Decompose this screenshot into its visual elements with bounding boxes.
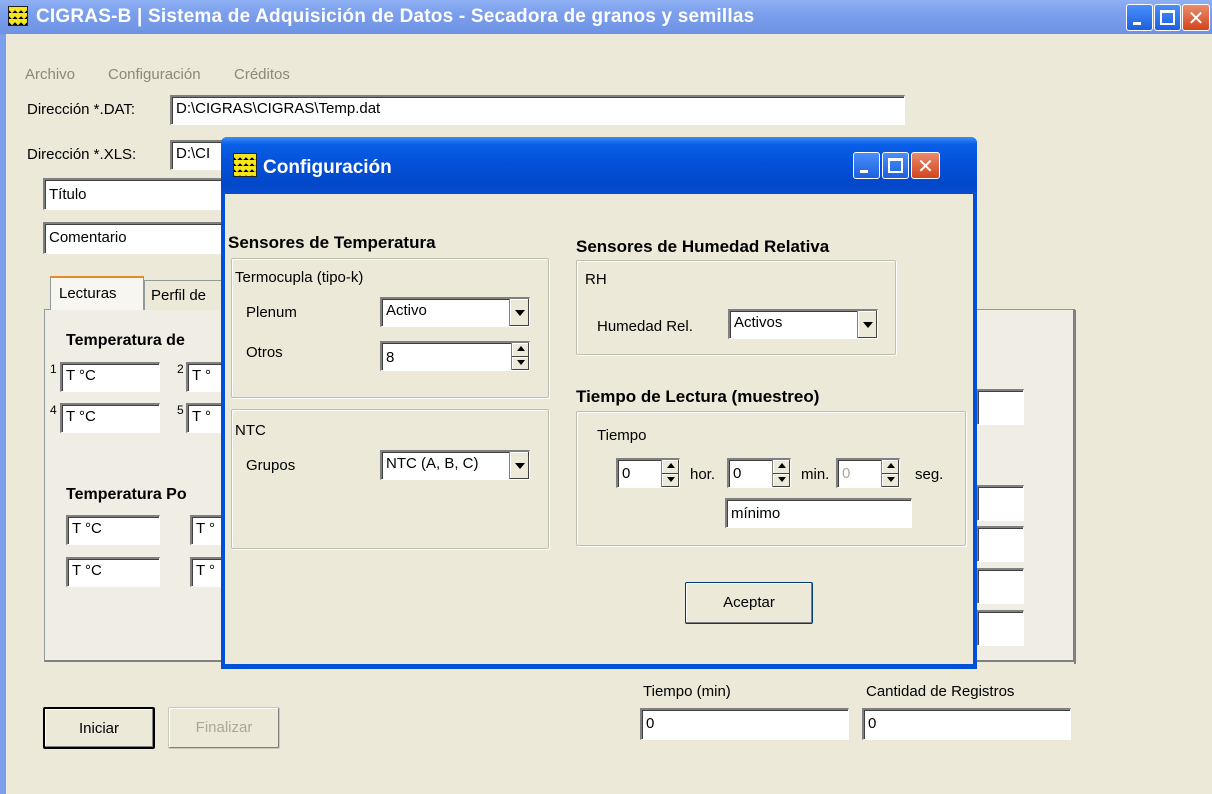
sensor-num-1: 1 (50, 362, 57, 376)
humedad-label: Humedad Rel. (597, 318, 693, 335)
menu-archivo[interactable]: Archivo (25, 66, 75, 83)
main-title-bar[interactable]: CIGRAS-B | Sistema de Adquisición de Dat… (0, 0, 1212, 34)
minimo-field: mínimo (725, 498, 912, 528)
finalizar-button-label: Finalizar (195, 719, 253, 736)
dat-path-input[interactable]: D:\CIGRAS\CIGRAS\Temp.dat (170, 95, 905, 125)
hour-unit-label: hor. (690, 466, 716, 483)
aceptar-button[interactable]: Aceptar (685, 582, 813, 624)
temp-post-1[interactable]: T °C (66, 515, 160, 545)
maximize-icon (888, 158, 903, 173)
tab-lecturas-label: Lecturas (59, 285, 117, 302)
menu-bar (6, 60, 1212, 62)
tiempo-group-label: Tiempo (597, 427, 647, 444)
window-border-left (0, 34, 6, 794)
grupos-label: Grupos (246, 457, 296, 474)
main-window-title: CIGRAS-B | Sistema de Adquisición de Dat… (36, 6, 755, 27)
spin-arrows-icon[interactable] (661, 460, 679, 487)
config-maximize-button[interactable] (882, 152, 909, 179)
temp-section-2-heading: Temperatura Po (66, 486, 187, 503)
tiempo-min-input[interactable]: 0 (640, 708, 849, 740)
minute-value: 0 (733, 465, 742, 482)
app-icon (8, 6, 28, 26)
grupos-value: NTC (A, B, C) (386, 455, 479, 472)
humedad-dropdown[interactable]: Activos (728, 309, 878, 339)
close-button[interactable]: ✕ (1182, 4, 1210, 31)
comentario-input[interactable]: Comentario (43, 222, 243, 254)
chevron-down-icon[interactable] (857, 311, 877, 338)
minimize-icon (860, 170, 868, 173)
sensor-num-2: 2 (177, 362, 184, 376)
spin-arrows-icon[interactable] (511, 343, 529, 370)
titulo-input[interactable]: Título (43, 178, 243, 210)
rh-group (576, 260, 896, 355)
menu-creditos[interactable]: Créditos (234, 66, 290, 83)
maximize-button[interactable] (1154, 4, 1181, 31)
temp-sensors-heading: Sensores de Temperatura (228, 233, 436, 252)
second-unit-label: seg. (915, 466, 944, 483)
right-field-3[interactable] (976, 526, 1024, 562)
temp-sensor-2[interactable]: T ° (186, 362, 226, 392)
minimize-button[interactable] (1126, 4, 1153, 31)
minimize-icon (1133, 22, 1141, 25)
otros-value: 8 (386, 349, 395, 366)
minute-stepper[interactable]: 0 (727, 458, 791, 488)
iniciar-button-label: Iniciar (78, 720, 119, 737)
finalizar-button[interactable]: Finalizar (168, 707, 280, 749)
temp-section-1-heading: Temperatura de (66, 332, 185, 349)
humidity-sensors-heading: Sensores de Humedad Relativa (576, 237, 830, 256)
termocupla-group-label: Termocupla (tipo-k) (235, 269, 364, 286)
temp-post-3[interactable]: T °C (66, 557, 160, 587)
rh-group-label: RH (585, 271, 607, 288)
config-dialog: Configuración ✕ Sensores de Temperatura … (221, 137, 977, 669)
grupos-dropdown[interactable]: NTC (A, B, C) (380, 450, 530, 480)
plenum-label: Plenum (246, 304, 297, 321)
otros-stepper[interactable]: 8 (380, 341, 530, 371)
humedad-value: Activos (734, 314, 783, 331)
ntc-group-label: NTC (235, 422, 266, 439)
right-field-5[interactable] (976, 610, 1024, 646)
right-field-1[interactable] (976, 389, 1024, 425)
config-title-bar[interactable]: Configuración ✕ (221, 137, 977, 197)
otros-label: Otros (246, 344, 283, 361)
close-icon: ✕ (917, 154, 934, 178)
config-minimize-button[interactable] (853, 152, 880, 179)
hour-value: 0 (622, 465, 631, 482)
right-field-2[interactable] (976, 485, 1024, 521)
aceptar-button-label: Aceptar (723, 594, 775, 611)
hour-stepper[interactable]: 0 (616, 458, 680, 488)
spin-arrows-icon[interactable] (772, 460, 790, 487)
dat-path-label: Dirección *.DAT: (27, 101, 136, 118)
maximize-icon (1160, 10, 1175, 25)
config-close-button[interactable]: ✕ (911, 152, 940, 179)
tab-lecturas[interactable]: Lecturas (50, 276, 144, 310)
config-client-area: Sensores de Temperatura Termocupla (tipo… (225, 194, 973, 664)
tiempo-min-label: Tiempo (min) (643, 683, 731, 700)
second-value: 0 (842, 465, 851, 482)
menu-configuracion[interactable]: Configuración (108, 66, 201, 83)
cantidad-registros-label: Cantidad de Registros (866, 683, 1015, 700)
right-field-4[interactable] (976, 568, 1024, 604)
cantidad-registros-input[interactable]: 0 (862, 708, 1071, 740)
second-stepper[interactable]: 0 (836, 458, 900, 488)
xls-path-label: Dirección *.XLS: (27, 146, 137, 163)
tab-perfil-label: Perfil de (151, 287, 207, 304)
spin-arrows-icon[interactable] (881, 460, 899, 487)
config-app-icon (233, 153, 257, 177)
iniciar-button[interactable]: Iniciar (43, 707, 155, 749)
plenum-value: Activo (386, 302, 427, 319)
chevron-down-icon[interactable] (509, 299, 529, 326)
sensor-num-5: 5 (177, 403, 184, 417)
plenum-dropdown[interactable]: Activo (380, 297, 530, 327)
minute-unit-label: min. (801, 466, 830, 483)
chevron-down-icon[interactable] (509, 452, 529, 479)
temp-sensor-1[interactable]: T °C (60, 362, 160, 392)
config-dialog-title: Configuración (263, 157, 392, 178)
temp-sensor-4[interactable]: T °C (60, 403, 160, 433)
close-icon: ✕ (1187, 6, 1205, 30)
sensor-num-4: 4 (50, 403, 57, 417)
tiempo-lectura-heading: Tiempo de Lectura (muestreo) (576, 387, 820, 406)
temp-sensor-5[interactable]: T ° (186, 403, 226, 433)
